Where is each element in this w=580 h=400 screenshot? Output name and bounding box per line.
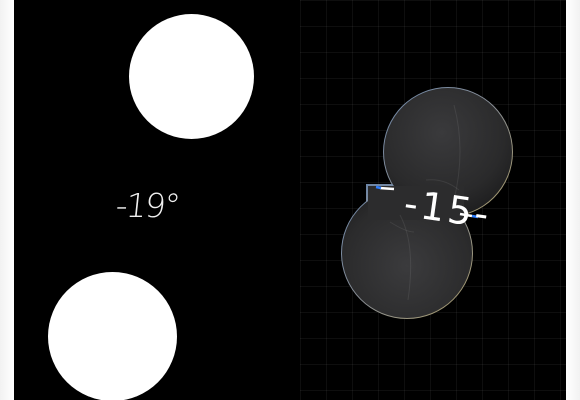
right-frame-edge (566, 0, 580, 400)
display-canvas: -19° -15- (14, 0, 566, 400)
left-frame-edge (0, 0, 14, 400)
